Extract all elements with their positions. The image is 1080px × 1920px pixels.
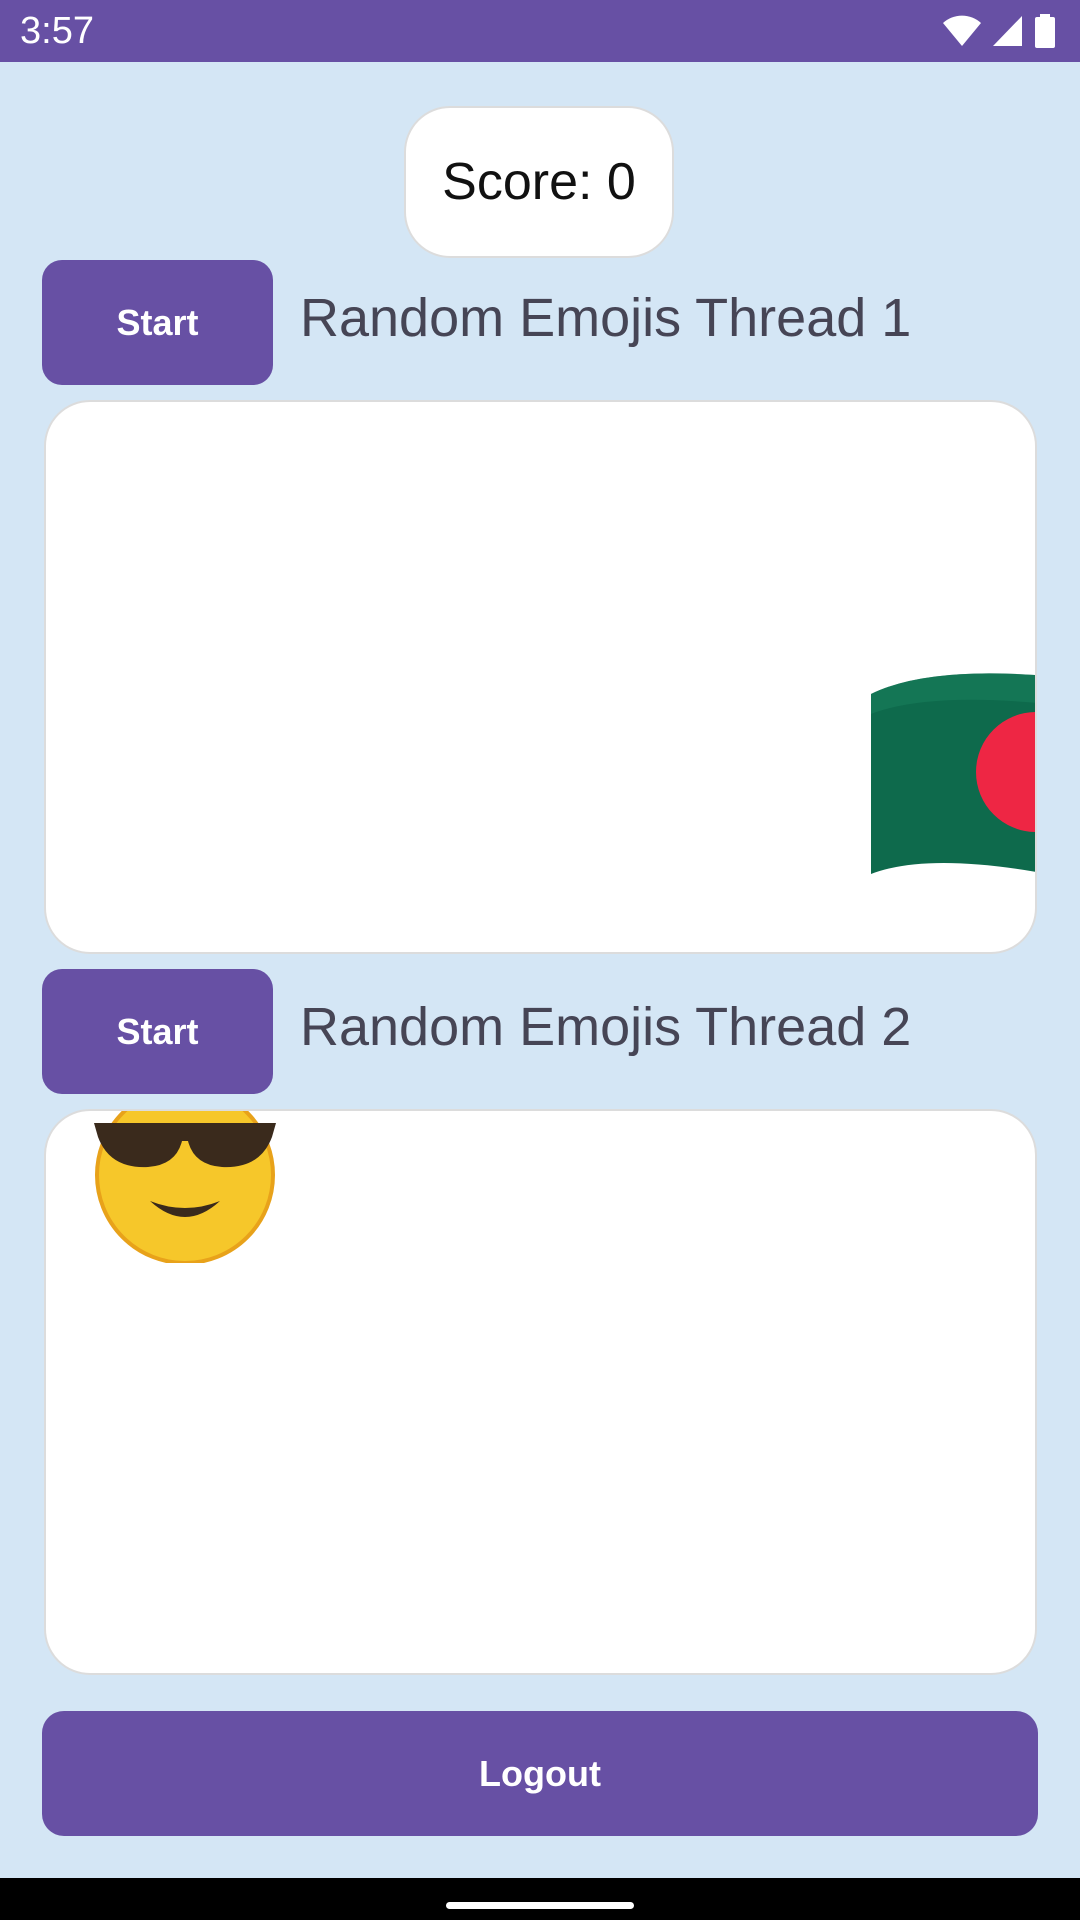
- signal-icon: [992, 15, 1024, 47]
- thread-1-title: Random Emojis Thread 1: [300, 288, 912, 348]
- status-icons: [942, 12, 1056, 50]
- thread-1-start-button[interactable]: Start: [42, 260, 273, 385]
- navigation-bar: [0, 1878, 1080, 1920]
- bangladesh-flag-icon[interactable]: [868, 664, 1035, 879]
- thread-1-emoji-panel: [44, 400, 1037, 954]
- thread-2-emoji-panel: [44, 1109, 1037, 1675]
- sunglasses-face-icon[interactable]: [90, 1111, 280, 1268]
- battery-icon: [1034, 14, 1056, 48]
- thread-2-start-button[interactable]: Start: [42, 969, 273, 1094]
- status-bar: 3:57: [0, 0, 1080, 62]
- score-display: Score: 0: [404, 106, 674, 258]
- logout-button[interactable]: Logout: [42, 1711, 1038, 1836]
- home-gesture-handle[interactable]: [446, 1902, 634, 1909]
- status-time: 3:57: [20, 10, 94, 52]
- score-text: Score: 0: [442, 153, 636, 211]
- wifi-icon: [942, 15, 982, 47]
- thread-2-title: Random Emojis Thread 2: [300, 997, 912, 1057]
